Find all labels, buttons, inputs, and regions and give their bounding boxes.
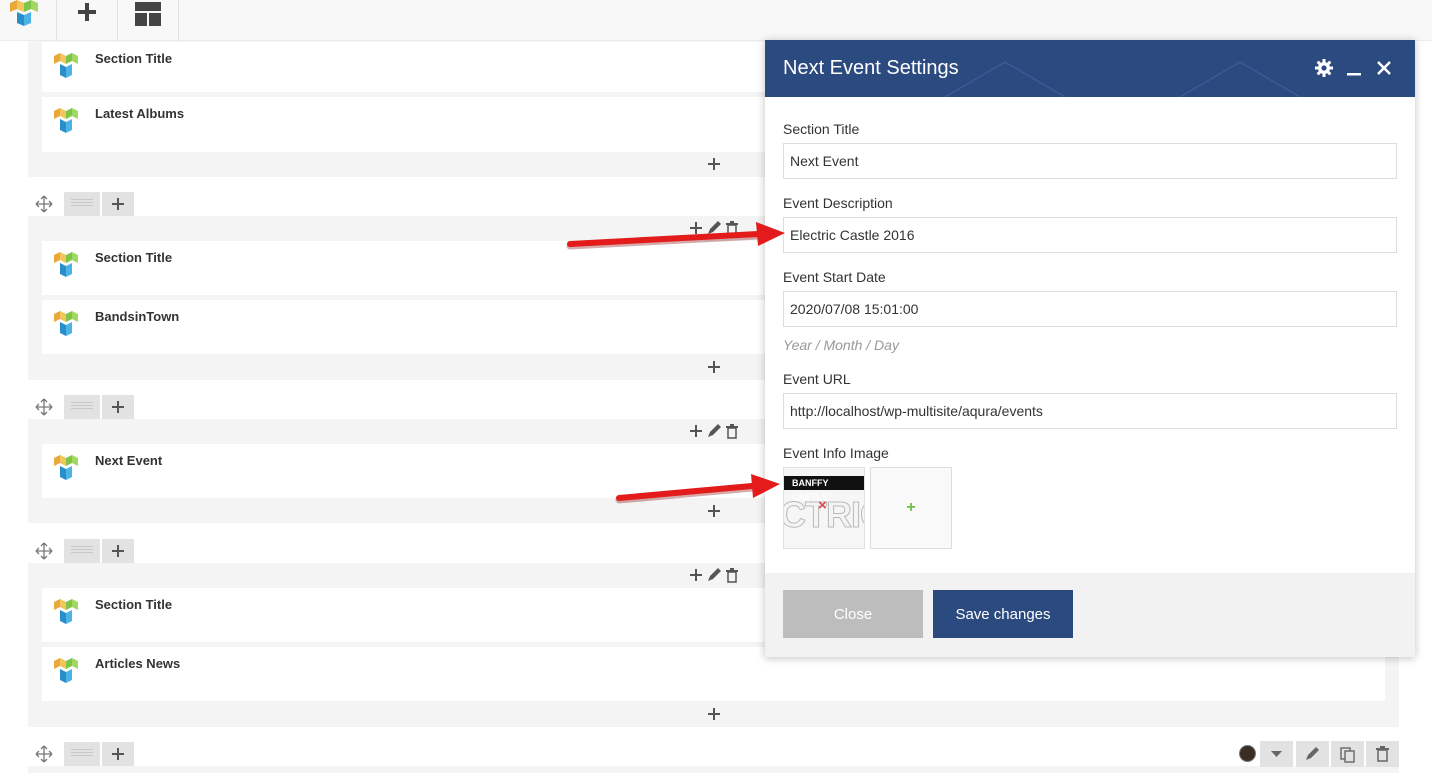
add-element-plus-icon[interactable] bbox=[705, 502, 723, 520]
add-element-button[interactable] bbox=[57, 0, 118, 41]
row-controls bbox=[28, 742, 148, 766]
event-description-input[interactable] bbox=[783, 217, 1397, 253]
remove-image-icon[interactable]: × bbox=[818, 497, 827, 514]
add-element-plus-icon[interactable] bbox=[705, 705, 723, 723]
element-title: Section Title bbox=[95, 597, 173, 612]
add-column-plus-icon[interactable] bbox=[102, 539, 134, 563]
avatar[interactable] bbox=[1239, 745, 1256, 762]
chevron-down-icon[interactable] bbox=[1260, 741, 1293, 767]
column-tools bbox=[688, 565, 742, 585]
close-button[interactable]: Close bbox=[783, 590, 923, 638]
event-info-image-label: Event Info Image bbox=[783, 445, 889, 461]
save-changes-button[interactable]: Save changes bbox=[933, 590, 1073, 638]
event-image-thumbnail[interactable]: BANFFY CASTLE CTRIC × bbox=[783, 467, 865, 549]
move-icon[interactable] bbox=[28, 742, 60, 766]
add-column-plus-icon[interactable] bbox=[102, 742, 134, 766]
close-icon[interactable] bbox=[1374, 58, 1394, 78]
element-icon bbox=[52, 596, 82, 626]
move-icon[interactable] bbox=[28, 192, 60, 216]
row-layout-button[interactable] bbox=[64, 192, 100, 216]
date-format-hint: Year / Month / Day bbox=[783, 337, 899, 353]
add-column-plus-icon[interactable] bbox=[102, 192, 134, 216]
row-layout-button[interactable] bbox=[64, 539, 100, 563]
edit-icon[interactable] bbox=[1296, 741, 1329, 767]
event-url-input[interactable] bbox=[783, 393, 1397, 429]
element-title: Latest Albums bbox=[95, 106, 185, 121]
element-icon bbox=[52, 655, 82, 685]
add-column-plus-icon[interactable] bbox=[102, 395, 134, 419]
element-title: Section Title bbox=[95, 51, 173, 66]
row-controls bbox=[28, 539, 148, 563]
event-url-label: Event URL bbox=[783, 371, 851, 387]
column-tools bbox=[688, 218, 742, 238]
visual-composer-logo-icon[interactable] bbox=[0, 0, 57, 41]
add-image-button[interactable]: + bbox=[870, 467, 952, 549]
element-title: Articles News bbox=[95, 656, 181, 671]
section-title-label: Section Title bbox=[783, 121, 860, 137]
row-layout-button[interactable] bbox=[64, 742, 100, 766]
element-title: Section Title bbox=[95, 250, 173, 265]
move-icon[interactable] bbox=[28, 395, 60, 419]
templates-button[interactable] bbox=[118, 0, 179, 41]
modal-footer: Close Save changes bbox=[765, 573, 1415, 657]
row-controls bbox=[28, 395, 148, 419]
settings-modal: Next Event Settings Section Title Event … bbox=[765, 40, 1415, 657]
add-image-plus-icon: + bbox=[906, 499, 916, 516]
modal-title: Next Event Settings bbox=[783, 57, 959, 79]
element-icon bbox=[52, 105, 82, 135]
add-element-plus-icon[interactable] bbox=[705, 358, 723, 376]
modal-header[interactable]: Next Event Settings bbox=[765, 40, 1415, 97]
add-element-plus-icon[interactable] bbox=[705, 155, 723, 173]
move-icon[interactable] bbox=[28, 539, 60, 563]
section-title-input[interactable] bbox=[783, 143, 1397, 179]
element-icon bbox=[52, 249, 82, 279]
row-controls bbox=[28, 192, 148, 216]
clone-icon[interactable] bbox=[1331, 741, 1364, 767]
row-layout-button[interactable] bbox=[64, 395, 100, 419]
element-icon bbox=[52, 50, 82, 80]
element-icon bbox=[52, 452, 82, 482]
event-start-date-input[interactable] bbox=[783, 291, 1397, 327]
event-start-date-label: Event Start Date bbox=[783, 269, 886, 285]
event-description-label: Event Description bbox=[783, 195, 893, 211]
row-5 bbox=[28, 766, 1399, 773]
top-toolbar bbox=[0, 0, 1432, 41]
element-icon bbox=[52, 308, 82, 338]
gear-icon[interactable] bbox=[1314, 58, 1334, 78]
element-title: Next Event bbox=[95, 453, 163, 468]
column-tools bbox=[688, 421, 742, 441]
trash-icon[interactable] bbox=[1366, 741, 1399, 767]
element-title: BandsinTown bbox=[95, 309, 180, 324]
minimize-icon[interactable] bbox=[1344, 58, 1364, 78]
